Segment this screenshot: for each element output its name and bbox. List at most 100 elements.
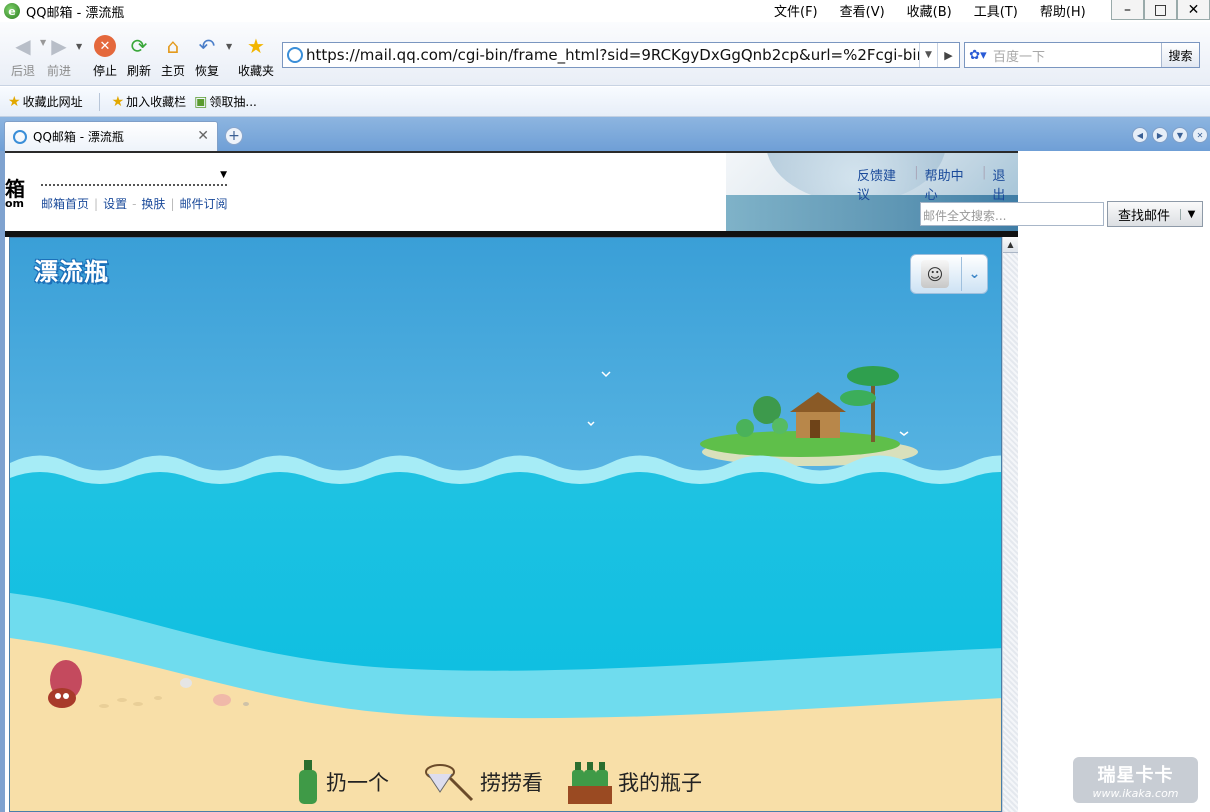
minimize-button[interactable]: – [1111,0,1144,20]
close-tab-icon[interactable]: ✕ [197,128,209,144]
favbar-item-label: 收藏此网址 [22,95,83,109]
undo-icon: ↶ [198,34,216,58]
link-separator: | [981,165,987,180]
add-favorite-star-icon: ★ [8,93,21,110]
game-actions: 扔一个 捞捞看 我的瓶子 [10,758,1001,811]
refresh-icon: ⟳ [130,34,148,58]
browser-logo-icon: e [4,3,20,19]
nav-subscribe[interactable]: 邮件订阅 [179,195,227,212]
new-tab-button[interactable]: + [225,127,243,145]
address-bar[interactable]: https://mail.qq.com/cgi-bin/frame_html?s… [282,42,960,68]
favbar-item-label: 领取抽... [209,95,257,109]
account-name-obscured[interactable]: ▼ [41,170,227,186]
tab-scroll-right-icon[interactable]: ▶ [1152,127,1168,143]
forward-label: 前进 [46,64,71,78]
find-mail-label: 查找邮件 [1117,208,1170,224]
find-mail-button[interactable]: 查找邮件 ▼ [1107,201,1203,227]
search-input[interactable]: 百度一下 [991,46,1161,65]
menu-bar: 文件(F) 查看(V) 收藏(B) 工具(T) 帮助(H) [774,0,1086,20]
throw-bottle-button[interactable]: 扔一个 [296,760,389,804]
home-button[interactable]: ⌂ 主页 [156,34,190,79]
nav-settings[interactable]: 设置 [103,195,127,212]
page-icon: ▣ [194,93,208,110]
bottle-crate-icon [568,762,612,804]
maximize-button[interactable]: □ [1144,0,1177,20]
tab-bar: QQ邮箱 - 漂流瓶 ✕ + ◀ ▶ ▼ ✕ [0,117,1210,151]
address-dropdown-icon[interactable]: ▼ [919,43,937,67]
restore-button[interactable]: ↶ 恢复 [190,34,224,79]
tab-scroll-left-icon[interactable]: ◀ [1132,127,1148,143]
fish-bottle-label: 捞捞看 [480,771,543,795]
window-controls: – □ ✕ [1111,0,1210,20]
back-button[interactable]: ◀ 后退 [6,34,40,79]
my-bottles-button[interactable]: 我的瓶子 [568,760,702,804]
favbar-add-to-bar[interactable]: ★ 加入收藏栏 [112,93,187,110]
menu-help[interactable]: 帮助(H) [1040,1,1086,20]
user-avatar[interactable]: ☺ [921,260,949,288]
net-icon [425,764,474,802]
address-url[interactable]: https://mail.qq.com/cgi-bin/frame_html?s… [306,46,919,64]
expand-chevron-icon[interactable]: ⌄ [961,257,987,291]
throw-bottle-label: 扔一个 [326,771,389,795]
refresh-label: 刷新 [126,64,151,78]
baidu-paw-icon[interactable]: ✿▾ [965,43,991,67]
mail-search-input[interactable]: 邮件全文搜索... [920,202,1104,226]
site-favicon-icon [287,47,303,63]
menu-file[interactable]: 文件(F) [774,1,818,20]
nav-mail-home[interactable]: 邮箱首页 [41,195,89,212]
mail-header: 箱 om ▼ 邮箱首页 | 设置 - 换肤 | 邮件订阅 反馈建议 | 帮助中心… [5,151,1018,233]
menu-tools[interactable]: 工具(T) [974,1,1018,20]
user-card[interactable]: ☺ ⌄ [910,254,988,294]
tab-mail[interactable]: QQ邮箱 - 漂流瓶 ✕ [4,121,218,151]
favorites-button[interactable]: ★ 收藏夹 [236,34,276,79]
mail-logo-suffix: om [5,197,25,210]
logout-link[interactable]: 退出 [992,165,1018,203]
help-center-link[interactable]: 帮助中心 [925,165,976,203]
nav-separator: - [132,196,137,211]
forward-dropdown-icon[interactable]: ▼ [76,42,82,51]
nav-skin[interactable]: 换肤 [141,195,165,212]
refresh-button[interactable]: ⟳ 刷新 [122,34,156,79]
restore-dropdown-icon[interactable]: ▼ [226,42,232,51]
favbar-lottery[interactable]: ▣ 领取抽... [194,93,257,110]
bottle-icon [299,760,317,804]
close-all-tabs-icon[interactable]: ✕ [1192,127,1208,143]
add-to-bar-star-icon: ★ [111,93,125,110]
search-bar[interactable]: ✿▾ 百度一下 搜索 [964,42,1200,68]
close-window-button[interactable]: ✕ [1177,0,1210,20]
fish-bottle-button[interactable]: 捞捞看 [424,762,543,802]
watermark: 瑞星卡卡 www.ikaka.com [1073,757,1198,803]
menu-view[interactable]: 查看(V) [840,1,885,20]
browser-toolbar: ◀ 后退 ▼ ▶ 前进 ▼ ✕ 停止 ⟳ 刷新 ⌂ 主页 ↶ 恢复 ▼ ★ 收藏… [0,22,1210,86]
stop-label: 停止 [92,64,117,78]
game-title: 漂流瓶 [34,258,109,286]
stop-button[interactable]: ✕ 停止 [88,34,122,79]
back-arrow-icon: ◀ [15,34,31,58]
drift-bottle-game[interactable]: 漂流瓶 ☺ ⌄ 扔一个 捞捞看 我的瓶子 [9,237,1002,812]
tab-label: QQ邮箱 - 漂流瓶 [33,130,124,144]
window-title: QQ邮箱 - 漂流瓶 [26,5,125,21]
home-label: 主页 [160,64,185,78]
favbar-add-url[interactable]: ★ 收藏此网址 [8,93,83,110]
favorites-bar: ★ 收藏此网址 ★ 加入收藏栏 ▣ 领取抽... [0,87,1210,117]
find-dropdown-icon[interactable]: ▼ [1180,208,1202,220]
nav-separator: | [170,196,175,211]
scroll-track[interactable] [1003,253,1018,812]
game-scrollbar[interactable]: ▲ [1002,237,1018,812]
star-icon: ★ [247,34,265,58]
search-button[interactable]: 搜索 [1161,43,1199,67]
account-dropdown-icon[interactable]: ▼ [220,170,227,180]
feedback-link[interactable]: 反馈建议 [857,165,908,203]
favbar-item-label: 加入收藏栏 [126,95,187,109]
tab-list-icon[interactable]: ▼ [1172,127,1188,143]
forward-button[interactable]: ▶ 前进 [42,34,76,79]
pebble [243,702,249,706]
scroll-up-icon[interactable]: ▲ [1003,237,1018,253]
top-links: 反馈建议 | 帮助中心 | 退出 [857,165,1018,203]
go-arrow-icon[interactable]: ▶ [937,43,959,67]
mail-nav: 邮箱首页 | 设置 - 换肤 | 邮件订阅 [41,195,228,212]
menu-favorites[interactable]: 收藏(B) [907,1,952,20]
back-label: 后退 [10,64,35,78]
forward-arrow-icon: ▶ [51,34,67,58]
watermark-url: www.ikaka.com [1092,787,1179,800]
